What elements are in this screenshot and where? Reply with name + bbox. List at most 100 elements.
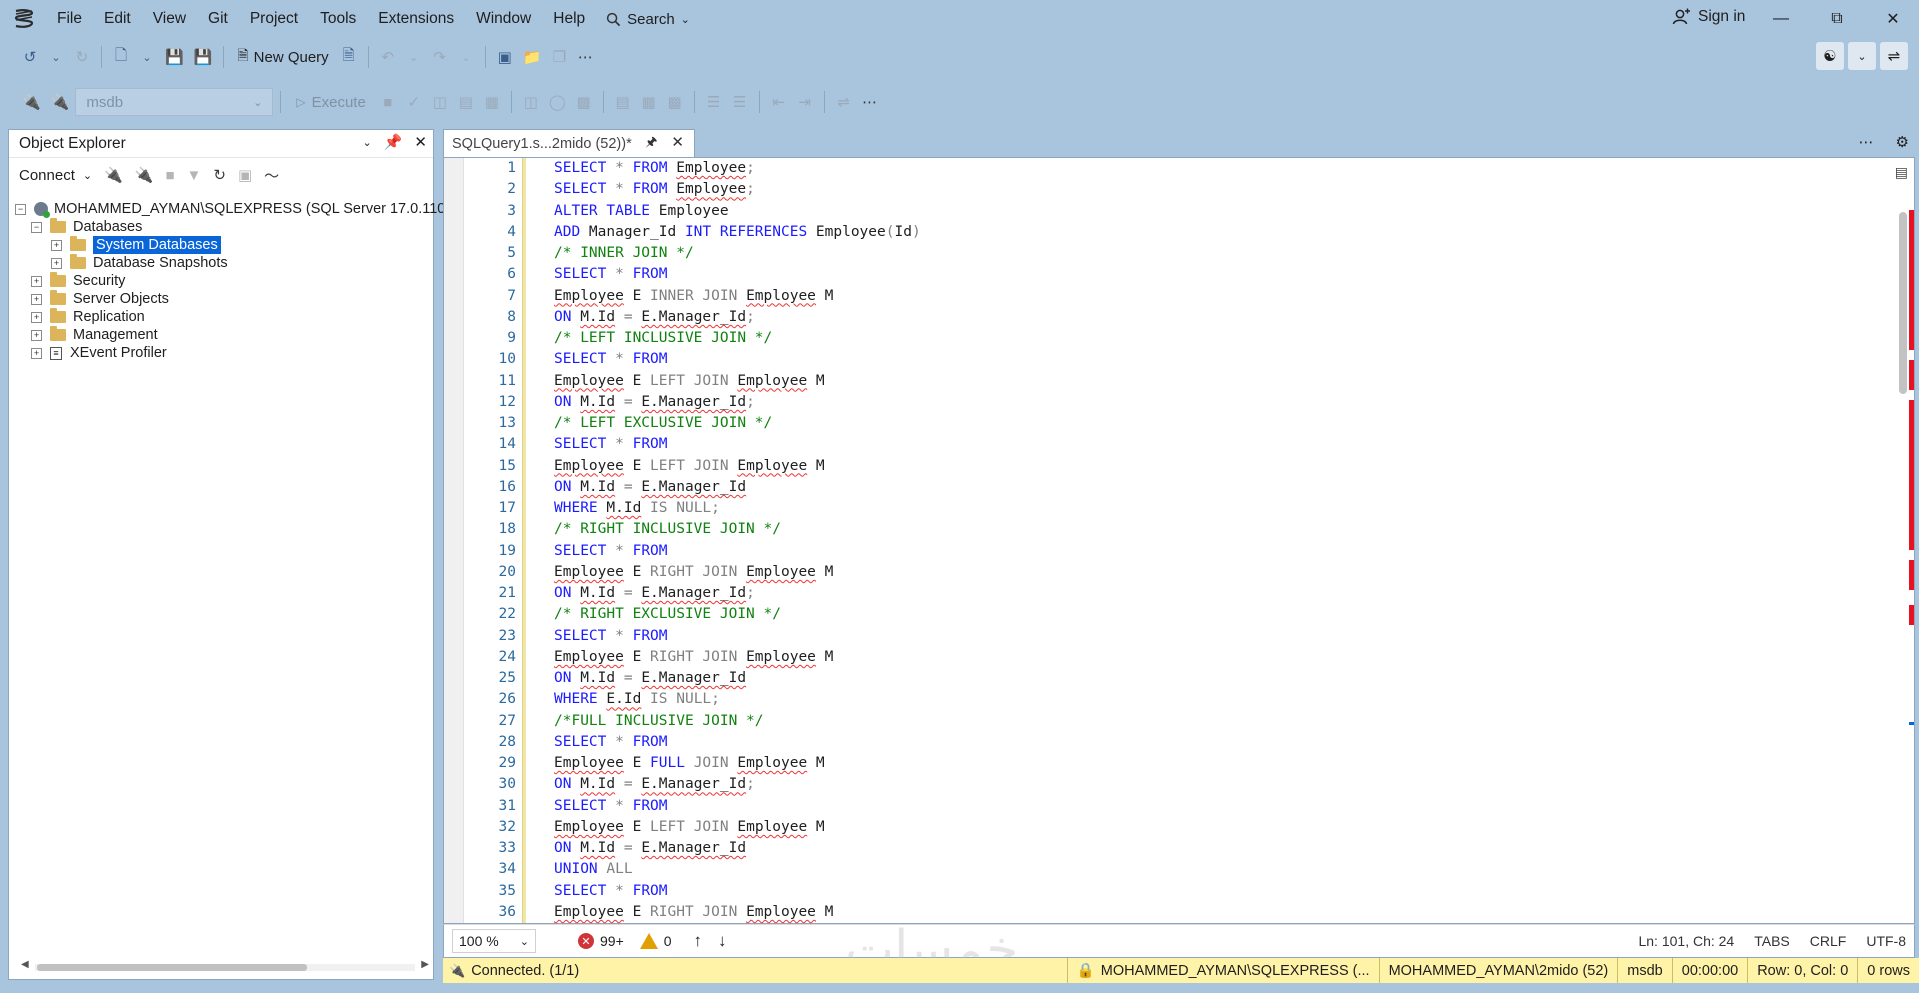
connect-dropdown[interactable]: Connect ⌄ <box>19 167 92 184</box>
line-endings[interactable]: CRLF <box>1810 933 1847 949</box>
scrollbar-thumb[interactable] <box>37 964 307 971</box>
code-line[interactable]: ON M.Id = E.Manager_Id; <box>554 392 1874 413</box>
collapse-icon[interactable]: − <box>15 203 26 215</box>
save-all-button[interactable]: 💾 <box>190 43 217 71</box>
code-line[interactable]: ADD Manager_Id INT REFERENCES Employee(I… <box>554 222 1874 243</box>
vertical-scrollbar[interactable] <box>1896 172 1910 912</box>
menu-tools[interactable]: Tools <box>309 10 367 28</box>
new-query-button[interactable]: 🗎 New Query <box>231 45 334 69</box>
code-line[interactable]: UNION ALL <box>554 859 1874 880</box>
panel-options-button[interactable]: ⌄ <box>363 133 372 151</box>
code-line[interactable]: Employee E RIGHT JOIN Employee M <box>554 902 1874 923</box>
show-policy-button[interactable]: ▣ <box>238 166 252 184</box>
code-line[interactable]: Employee E RIGHT JOIN Employee M <box>554 562 1874 583</box>
close-panel-button[interactable]: ✕ <box>414 133 427 151</box>
code-area[interactable]: SELECT * FROM Employee; SELECT * FROM Emp… <box>554 158 1874 923</box>
more-editor-tools-button[interactable]: ⋯ <box>858 88 882 116</box>
restore-button[interactable]: ⧉ <box>1814 6 1860 32</box>
code-line[interactable]: SELECT * FROM <box>554 732 1874 753</box>
live-share-button[interactable]: ⇌ <box>1880 42 1908 70</box>
pin-button[interactable]: 📌 <box>384 133 403 151</box>
scrollbar-thumb[interactable] <box>1899 212 1907 394</box>
back-button[interactable]: ↺ <box>18 43 42 71</box>
redo-dropdown[interactable]: ⌄ <box>454 43 478 71</box>
expand-icon[interactable]: + <box>51 257 62 269</box>
undo-button[interactable]: ↶ <box>376 43 400 71</box>
tab-sqlquery1[interactable]: SQLQuery1.s...2mido (52))* 🖈 ✕ <box>443 129 695 157</box>
collapse-icon[interactable]: − <box>31 221 42 233</box>
menu-edit[interactable]: Edit <box>93 10 142 28</box>
code-line[interactable]: ON M.Id = E.Manager_Id; <box>554 307 1874 328</box>
registered-servers-button[interactable]: ❐ <box>547 43 571 71</box>
query-editor[interactable]: 1 2 3 4 5 6 7 8 9 10 11 12 13 14 15 16 17 18 19 20 21 22 23 24 2… <box>443 157 1915 924</box>
expand-icon[interactable]: + <box>51 239 62 251</box>
code-line[interactable]: ON M.Id = E.Manager_Id <box>554 477 1874 498</box>
menu-help[interactable]: Help <box>542 10 596 28</box>
decrease-indent-button[interactable]: ⇤ <box>767 88 791 116</box>
code-line[interactable]: ON M.Id = E.Manager_Id; <box>554 583 1874 604</box>
refresh-button[interactable]: ↻ <box>213 166 226 184</box>
minimize-button[interactable]: — <box>1758 6 1804 32</box>
disconnect-button[interactable]: 🔌 <box>135 166 154 184</box>
menu-file[interactable]: File <box>46 10 93 28</box>
filter-button[interactable]: ▼ <box>187 167 202 184</box>
code-line[interactable]: Employee E LEFT JOIN Employee M <box>554 456 1874 477</box>
execute-button[interactable]: ▷ Execute <box>288 94 373 111</box>
expand-icon[interactable]: + <box>31 275 42 287</box>
menu-extensions[interactable]: Extensions <box>367 10 465 28</box>
database-select[interactable]: msdb ⌄ <box>75 88 274 116</box>
forward-button[interactable]: ↻ <box>70 43 94 71</box>
tabs-mode[interactable]: TABS <box>1754 933 1790 949</box>
expand-icon[interactable]: + <box>31 329 42 341</box>
next-issue-button[interactable]: ↓ <box>718 931 727 951</box>
query-designer-button[interactable]: ▤ <box>454 88 478 116</box>
copilot-dropdown[interactable]: ⌄ <box>1848 42 1876 70</box>
scroll-left-icon[interactable]: ◀ <box>21 959 29 970</box>
expand-icon[interactable]: + <box>31 293 42 305</box>
code-line[interactable]: Employee E LEFT JOIN Employee M <box>554 817 1874 838</box>
code-line[interactable]: SELECT * FROM <box>554 264 1874 285</box>
undo-dropdown[interactable]: ⌄ <box>402 43 426 71</box>
file-encoding[interactable]: UTF-8 <box>1866 933 1906 949</box>
menu-git[interactable]: Git <box>197 10 239 28</box>
close-window-button[interactable]: ✕ <box>1870 6 1916 32</box>
menu-project[interactable]: Project <box>239 10 309 28</box>
code-line[interactable]: SELECT * FROM <box>554 626 1874 647</box>
code-line[interactable]: /* RIGHT EXCLUSIVE JOIN */ <box>554 604 1874 625</box>
copilot-button[interactable]: ☯ <box>1816 42 1844 70</box>
zoom-select[interactable]: 100 % ⌄ <box>452 929 536 953</box>
comment-button[interactable]: ☰ <box>702 88 726 116</box>
code-line[interactable]: /* LEFT EXCLUSIVE JOIN */ <box>554 413 1874 434</box>
tree-node-xevent-profiler[interactable]: + ≡ XEvent Profiler <box>31 342 167 364</box>
code-line[interactable]: /* RIGHT INCLUSIVE JOIN */ <box>554 519 1874 540</box>
code-line[interactable]: SELECT * FROM <box>554 541 1874 562</box>
tab-overflow-button[interactable]: ⋯ <box>1859 133 1874 151</box>
code-line[interactable]: SELECT * FROM Employee; <box>554 158 1874 179</box>
menu-search[interactable]: Search ⌄ <box>596 11 700 28</box>
uncomment-button[interactable]: ☰ <box>728 88 752 116</box>
expand-icon[interactable]: + <box>31 311 42 323</box>
intellisense-button[interactable]: ▦ <box>480 88 504 116</box>
code-line[interactable]: SELECT * FROM Employee; <box>554 179 1874 200</box>
code-line[interactable]: WHERE M.Id IS NULL; <box>554 498 1874 519</box>
warning-count[interactable]: 0 <box>639 933 672 949</box>
pin-tab-button[interactable]: 🖈 <box>645 133 657 155</box>
code-line[interactable]: Employee E INNER JOIN Employee M <box>554 286 1874 307</box>
connect-button[interactable]: 🔌 <box>18 88 45 116</box>
code-line[interactable]: ON M.Id = E.Manager_Id; <box>554 774 1874 795</box>
code-line[interactable]: SELECT * FROM <box>554 796 1874 817</box>
code-line[interactable]: /*FULL INCLUSIVE JOIN */ <box>554 711 1874 732</box>
change-connection-button[interactable]: 🔌 <box>47 88 74 116</box>
code-line[interactable]: Employee E RIGHT JOIN Employee M <box>554 647 1874 668</box>
cancel-query-button[interactable]: ■ <box>376 88 400 116</box>
new-file-dropdown[interactable]: ⌄ <box>135 43 159 71</box>
back-dropdown[interactable]: ⌄ <box>44 43 68 71</box>
estimated-plan-button[interactable]: ◫ <box>428 88 452 116</box>
save-button[interactable]: 💾 <box>161 43 188 71</box>
include-actual-plan-button[interactable]: ◫ <box>519 88 543 116</box>
code-line[interactable]: /* INNER JOIN */ <box>554 243 1874 264</box>
results-to-grid-button[interactable]: ▦ <box>637 88 661 116</box>
code-line[interactable]: SELECT * FROM <box>554 434 1874 455</box>
activity-monitor-oe-button[interactable]: 〜 <box>264 165 279 186</box>
results-to-file-button[interactable]: ▩ <box>663 88 687 116</box>
